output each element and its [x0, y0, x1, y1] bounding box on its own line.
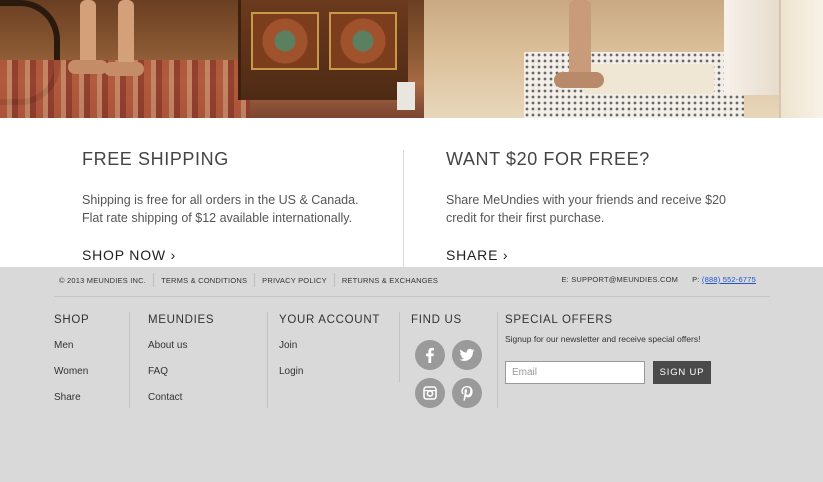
promo-text: Shipping is free for all orders in the U… — [82, 193, 359, 225]
site-footer: © 2013 MEUNDIES INC. TERMS & CONDITIONS … — [0, 267, 823, 482]
shop-column: SHOP Men Women Share — [54, 314, 89, 418]
hero-image-right — [424, 0, 823, 118]
social-icons — [415, 340, 485, 410]
facebook-icon[interactable] — [415, 340, 445, 370]
column-heading: MEUNDIES — [148, 314, 215, 326]
divider — [254, 273, 256, 287]
find-us-column: FIND US — [411, 314, 462, 340]
special-offers-column: SPECIAL OFFERS Signup for our newsletter… — [505, 314, 745, 384]
meundies-column: MEUNDIES About us FAQ Contact — [148, 314, 214, 418]
referral-block: WANT $20 FOR FREE? Share MeUndies with y… — [446, 118, 766, 267]
terms-link[interactable]: TERMS & CONDITIONS — [161, 276, 247, 285]
column-heading: FIND US — [411, 314, 462, 326]
column-divider — [267, 312, 268, 408]
hero-banner — [0, 0, 823, 118]
phone-contact: P: (888) 552-6775 — [692, 275, 756, 284]
login-link[interactable]: Login — [279, 366, 380, 392]
foot-shape — [554, 72, 604, 88]
foot-shape — [104, 62, 144, 76]
pinterest-icon[interactable] — [452, 378, 482, 408]
hero-image-left — [0, 0, 424, 118]
column-divider — [129, 312, 130, 408]
copyright-text: © 2013 MEUNDIES INC. — [59, 275, 147, 285]
shop-now-link[interactable]: SHOP NOW › — [82, 247, 176, 263]
column-heading: SHOP — [54, 314, 90, 326]
cabinet-shape — [238, 0, 408, 100]
promo-divider — [403, 150, 404, 267]
shop-share-link[interactable]: Share — [54, 392, 89, 418]
faq-link[interactable]: FAQ — [148, 366, 214, 392]
footer-rule — [54, 296, 770, 297]
promo-text: Share MeUndies with your friends and rec… — [446, 193, 727, 225]
legal-bar: © 2013 MEUNDIES INC. TERMS & CONDITIONS … — [59, 273, 438, 287]
about-us-link[interactable]: About us — [148, 340, 214, 366]
divider — [153, 273, 155, 287]
returns-link[interactable]: RETURNS & EXCHANGES — [342, 276, 438, 285]
promo-title: WANT $20 FOR FREE? — [446, 149, 650, 169]
account-column: YOUR ACCOUNT Join Login — [279, 314, 380, 392]
shop-women-link[interactable]: Women — [54, 366, 89, 392]
share-link[interactable]: SHARE › — [446, 247, 508, 263]
contact-link[interactable]: Contact — [148, 392, 214, 418]
shop-men-link[interactable]: Men — [54, 340, 89, 366]
newsletter-text: Signup for our newsletter and receive sp… — [505, 334, 701, 344]
twitter-icon[interactable] — [452, 340, 482, 370]
leg-shape — [118, 0, 134, 70]
support-email-link[interactable]: E: SUPPORT@MEUNDIES.COM — [561, 275, 678, 284]
foot-shape — [68, 60, 108, 74]
column-heading: SPECIAL OFFERS — [505, 314, 613, 326]
privacy-link[interactable]: PRIVACY POLICY — [262, 276, 327, 285]
promo-title: FREE SHIPPING — [82, 149, 229, 169]
divider — [333, 273, 335, 287]
door-shape — [779, 0, 823, 118]
bathtub-shape — [724, 0, 779, 95]
cabinet-panel — [251, 12, 319, 70]
contact-info: E: SUPPORT@MEUNDIES.COM P: (888) 552-677… — [561, 275, 756, 284]
phone-link[interactable]: (888) 552-6775 — [702, 275, 756, 284]
join-link[interactable]: Join — [279, 340, 380, 366]
lamp-shape — [397, 82, 415, 110]
phone-prefix: P: — [692, 275, 700, 284]
promo-section: FREE SHIPPING Shipping is free for all o… — [0, 118, 823, 267]
column-heading: YOUR ACCOUNT — [279, 314, 381, 326]
cabinet-panel — [329, 12, 397, 70]
sign-up-button[interactable]: SIGN UP — [653, 361, 711, 384]
column-divider — [497, 312, 498, 408]
instagram-icon[interactable] — [415, 378, 445, 408]
leg-shape — [569, 0, 591, 78]
email-input[interactable] — [505, 361, 645, 384]
free-shipping-block: FREE SHIPPING Shipping is free for all o… — [82, 118, 382, 267]
column-divider — [399, 312, 400, 382]
